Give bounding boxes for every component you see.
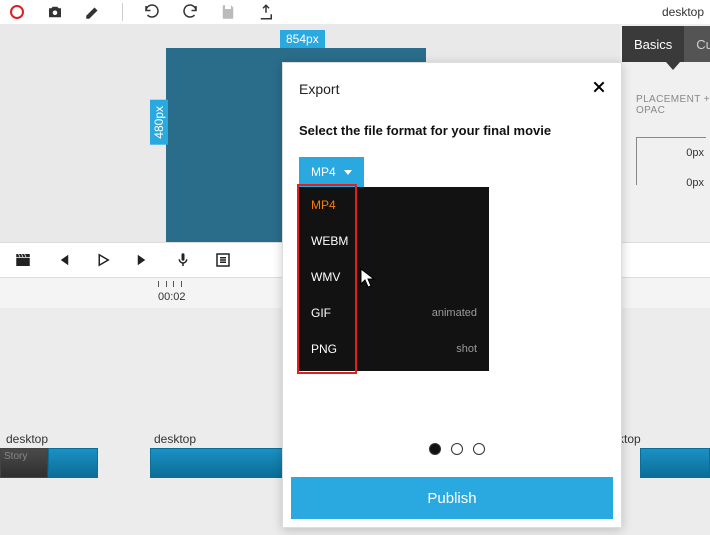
undo-icon[interactable] (143, 3, 161, 21)
redo-icon[interactable] (181, 3, 199, 21)
top-right-label: desktop (662, 0, 704, 24)
close-button[interactable] (589, 77, 609, 97)
option-hint: animated (432, 307, 477, 319)
placement-y-value: 0px (686, 177, 704, 189)
step-dot-1[interactable] (429, 443, 441, 455)
step-dot-2[interactable] (451, 443, 463, 455)
export-icon[interactable] (257, 3, 275, 21)
mic-icon[interactable] (174, 251, 192, 269)
option-label: MP4 (311, 198, 336, 212)
tab-arrow (666, 62, 680, 70)
format-option-wmv[interactable]: WMV (299, 259, 489, 295)
prev-icon[interactable] (54, 251, 72, 269)
play-icon[interactable] (94, 251, 112, 269)
record-icon[interactable] (8, 3, 26, 21)
format-selected-label: MP4 (311, 165, 336, 179)
canvas-height-label: 480px (150, 100, 168, 145)
next-icon[interactable] (134, 251, 152, 269)
option-label: WMV (311, 270, 340, 284)
option-label: WEBM (311, 234, 348, 248)
option-hint: shot (456, 343, 477, 355)
format-option-webm[interactable]: WEBM (299, 223, 489, 259)
clip-label: desktop (6, 432, 48, 446)
format-dropdown: MP4 WEBM WMV GIF animated PNG shot (299, 187, 489, 371)
right-tabs: Basics Cursors (622, 26, 710, 62)
chevron-down-icon (344, 170, 352, 175)
canvas-width-label: 854px (280, 30, 325, 48)
list-icon[interactable] (214, 251, 232, 269)
tab-cursors[interactable]: Cursors (684, 26, 710, 62)
clip-label: desktop (154, 432, 196, 446)
tab-basics[interactable]: Basics (622, 26, 684, 62)
placement-x-value: 0px (686, 147, 704, 159)
main-toolbar (0, 0, 710, 24)
story-clip[interactable]: Story (0, 448, 48, 478)
timeline-clip[interactable] (48, 448, 98, 478)
publish-button[interactable]: Publish (291, 477, 613, 519)
clapper-icon[interactable] (14, 251, 32, 269)
placement-gizmo: 0px 0px (636, 125, 706, 185)
save-icon[interactable] (219, 3, 237, 21)
playhead-marker[interactable]: 00:02 (158, 281, 186, 303)
format-option-gif[interactable]: GIF animated (299, 295, 489, 331)
timeline-clip[interactable] (640, 448, 710, 478)
playhead-time: 00:02 (158, 291, 186, 303)
placement-section-header: PLACEMENT + OPAC (636, 94, 710, 116)
pencil-icon[interactable] (84, 3, 102, 21)
format-select-button[interactable]: MP4 (299, 157, 364, 187)
option-label: GIF (311, 306, 331, 320)
step-dot-3[interactable] (473, 443, 485, 455)
format-option-mp4[interactable]: MP4 (299, 187, 489, 223)
step-dots (429, 443, 485, 455)
modal-prompt: Select the file format for your final mo… (299, 123, 551, 138)
divider (122, 3, 123, 21)
option-label: PNG (311, 342, 337, 356)
format-option-png[interactable]: PNG shot (299, 331, 489, 367)
modal-title: Export (299, 81, 339, 97)
export-modal: Export Select the file format for your f… (282, 62, 622, 528)
camera-icon[interactable] (46, 3, 64, 21)
